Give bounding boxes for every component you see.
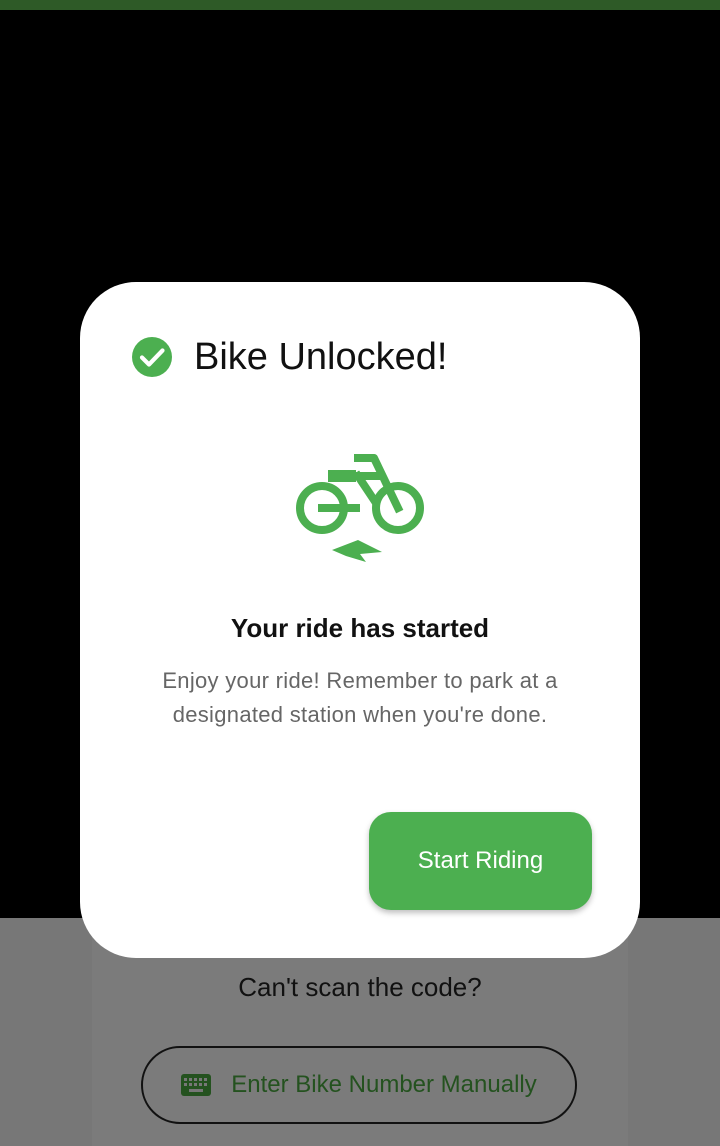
top-bar <box>0 0 720 10</box>
cant-scan-text: Can't scan the code? <box>238 972 482 1002</box>
electric-bike-icon <box>296 454 424 562</box>
ride-message: Enjoy your ride! Remember to park at a d… <box>162 668 558 727</box>
enter-bike-number-button[interactable]: Enter Bike Number Manually <box>141 1046 577 1124</box>
dialog-title: Bike Unlocked! <box>194 336 448 378</box>
screen: Can't scan the code? Enter Bike Number M… <box>0 0 720 1146</box>
bike-unlocked-dialog: Bike Unlocked! Your ride has started Enj… <box>80 282 640 958</box>
check-circle-icon <box>132 337 172 377</box>
start-riding-label: Start Riding <box>417 847 544 874</box>
start-riding-button[interactable]: Start Riding <box>369 812 592 910</box>
enter-bike-number-label: Enter Bike Number Manually <box>231 1071 537 1098</box>
ride-started-heading: Your ride has started <box>230 613 490 643</box>
dialog-header: Bike Unlocked! <box>132 332 447 382</box>
keyboard-icon <box>181 1074 212 1096</box>
